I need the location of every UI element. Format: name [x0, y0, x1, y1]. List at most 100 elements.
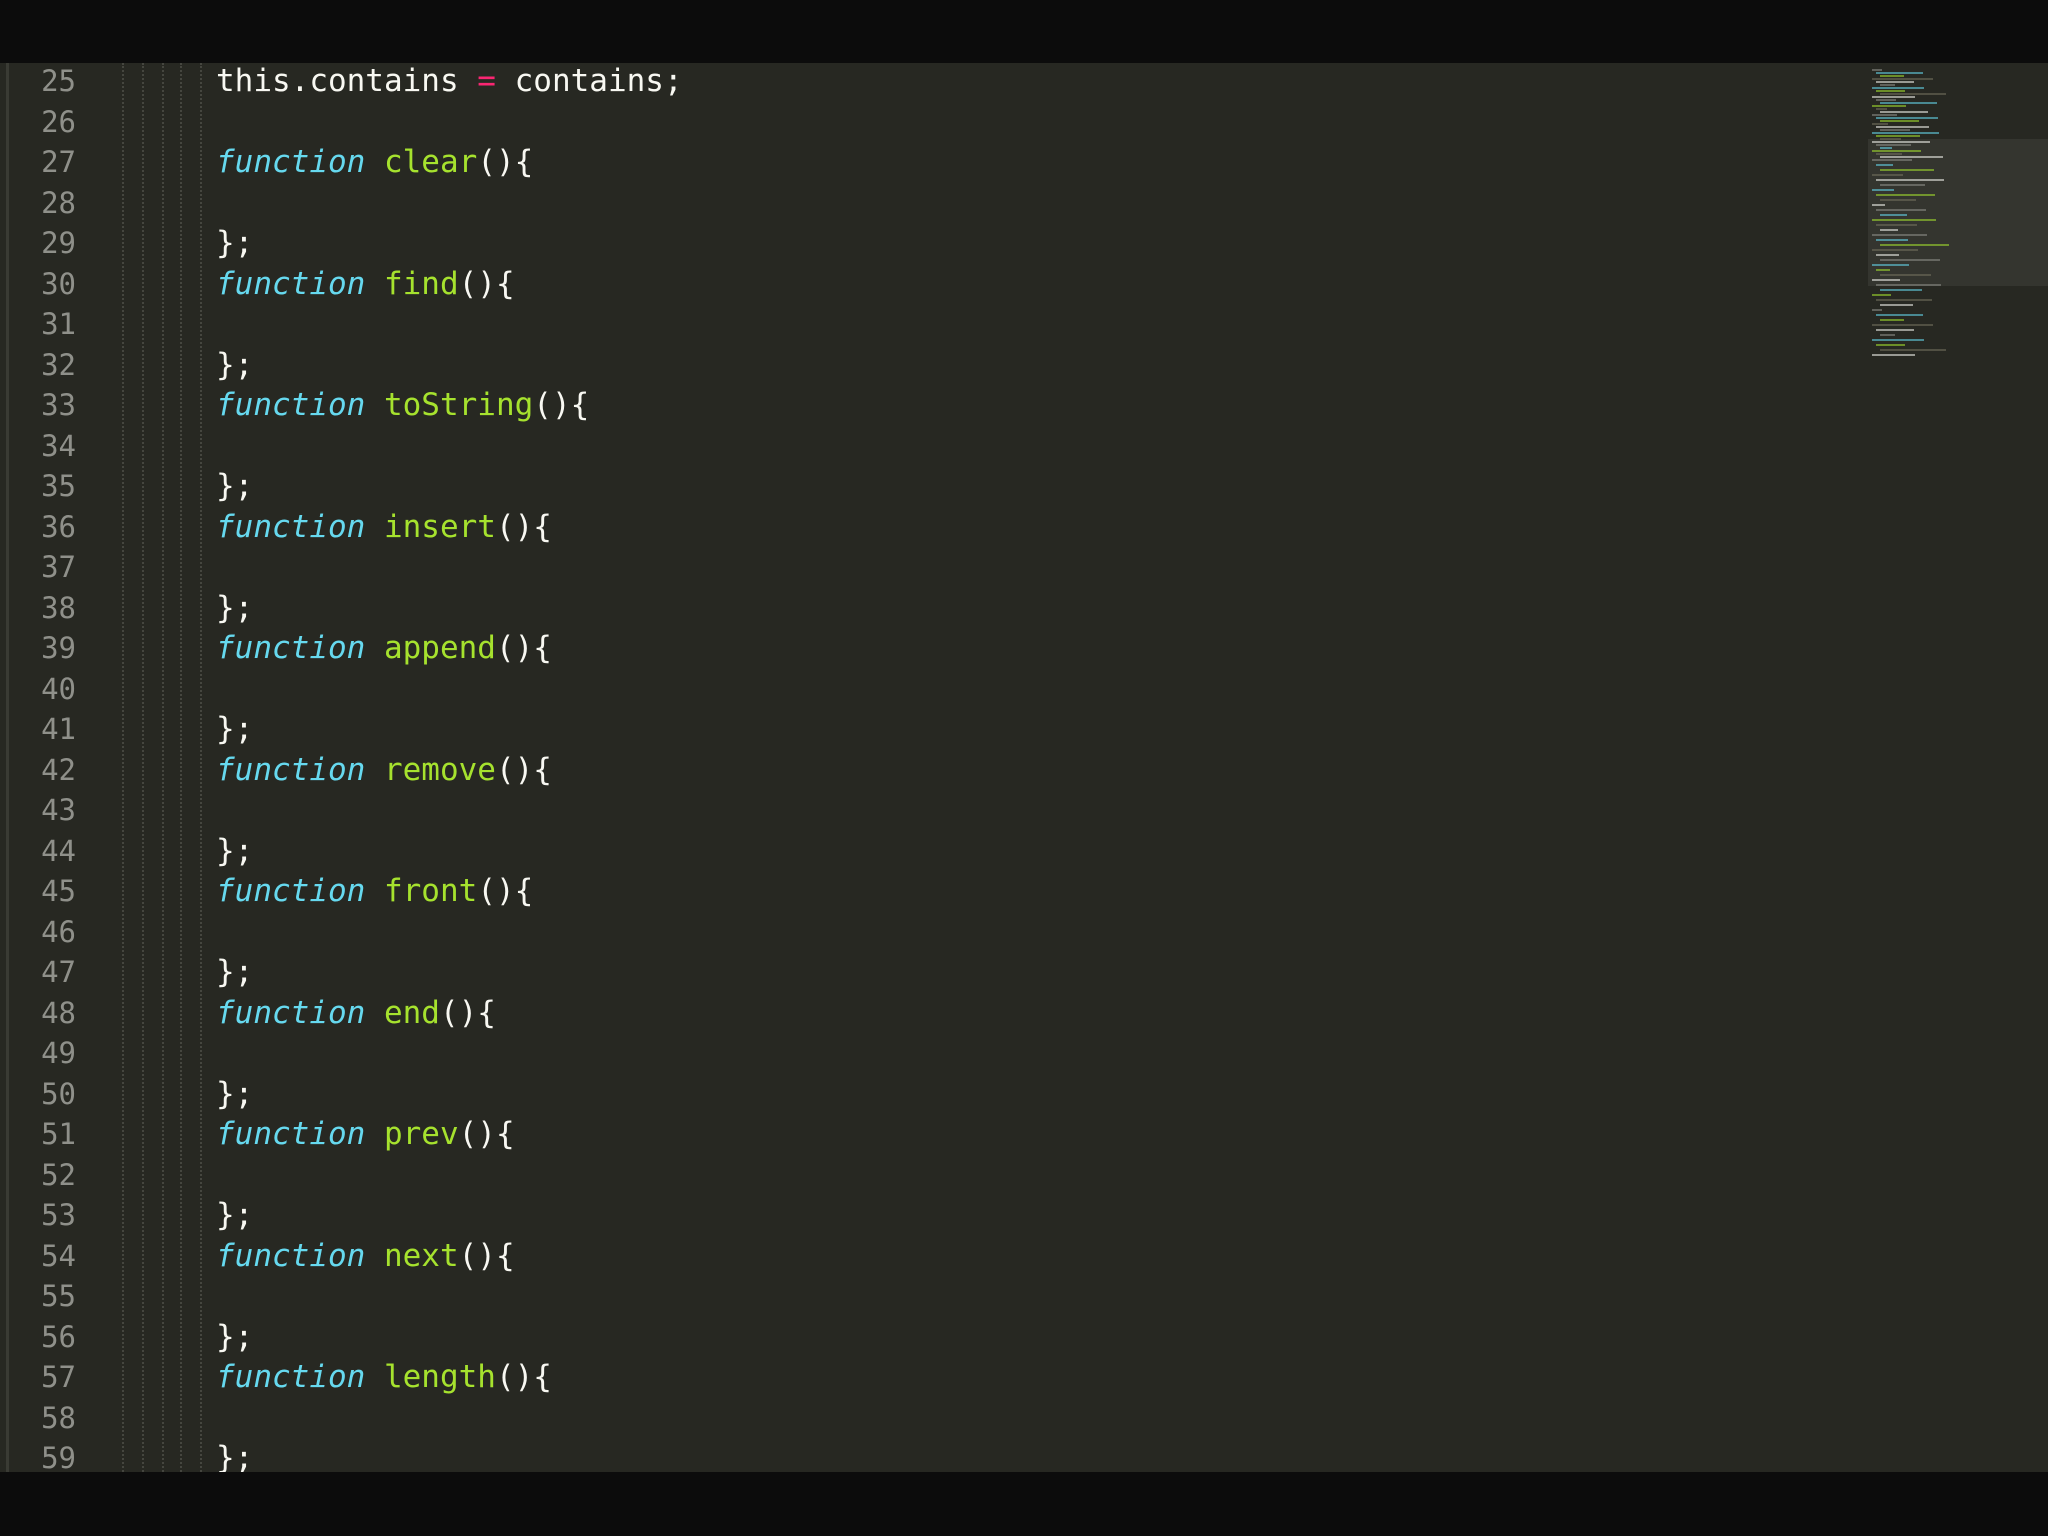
code-line[interactable]: };: [216, 588, 253, 628]
code-line[interactable]: function length(){: [216, 1357, 552, 1397]
minimap-line: [1880, 138, 1901, 140]
code-line[interactable]: function clear(){: [216, 142, 533, 182]
top-letterbox: [0, 0, 2048, 63]
minimap-line: [1880, 349, 1946, 351]
minimap-line: [1876, 299, 1932, 301]
minimap-line: [1876, 117, 1938, 119]
minimap-line: [1880, 111, 1928, 113]
minimap-line: [1872, 159, 1912, 161]
minimap-line: [1876, 239, 1908, 241]
minimap-line: [1880, 120, 1919, 122]
minimap-line: [1880, 129, 1910, 131]
minimap-line: [1876, 224, 1917, 226]
minimap-line: [1880, 75, 1904, 77]
code-line[interactable]: function front(){: [216, 871, 533, 911]
code-token: };: [216, 589, 254, 626]
keyword-token: function: [216, 1359, 366, 1395]
code-line[interactable]: };: [216, 1317, 253, 1357]
code-line[interactable]: function append(){: [216, 628, 552, 668]
minimap-line: [1872, 123, 1888, 125]
operator-token: =: [477, 63, 496, 99]
code-editor[interactable]: 25 26 27 28 29 30 31 32 33 34 35 36 37 38 39 40 41 42 43 44…: [0, 63, 2048, 1472]
minimap-line: [1876, 144, 1911, 146]
minimap-line: [1872, 78, 1933, 80]
code-line[interactable]: function remove(){: [216, 750, 552, 790]
minimap-line: [1876, 314, 1923, 316]
keyword-token: function: [216, 1116, 366, 1152]
minimap-line: [1880, 259, 1940, 261]
code-token: (){: [495, 508, 552, 545]
keyword-token: function: [216, 508, 366, 545]
code-line[interactable]: };: [216, 831, 253, 871]
minimap-line: [1872, 204, 1885, 206]
code-token: this.contains: [216, 63, 478, 99]
code-line[interactable]: };: [216, 1195, 253, 1235]
minimap-line: [1876, 153, 1902, 155]
code-token: (){: [477, 873, 534, 909]
bottom-letterbox: [0, 1472, 2048, 1536]
code-line[interactable]: function next(){: [216, 1236, 515, 1276]
code-token: (){: [495, 630, 552, 666]
code-line[interactable]: this.contains = contains;: [216, 63, 683, 101]
code-line[interactable]: };: [216, 1438, 253, 1472]
code-token: (){: [458, 265, 515, 302]
function-name-token: next: [383, 1237, 459, 1274]
minimap-line: [1872, 354, 1915, 356]
code-token: (){: [477, 144, 534, 180]
code-token: (){: [495, 751, 552, 788]
code-line[interactable]: };: [216, 345, 253, 385]
code-token: };: [216, 1440, 254, 1472]
code-line[interactable]: };: [216, 223, 253, 263]
function-name-token: insert: [383, 508, 496, 545]
minimap-line: [1876, 284, 1941, 286]
keyword-token: function: [216, 1237, 366, 1274]
minimap-line: [1880, 169, 1934, 171]
minimap-line: [1880, 156, 1943, 158]
minimap-line: [1876, 108, 1887, 110]
minimap-line: [1876, 126, 1929, 128]
keyword-token: function: [216, 873, 366, 909]
code-line[interactable]: function end(){: [216, 993, 496, 1033]
code-line[interactable]: function toString(){: [216, 385, 589, 425]
minimap-line: [1872, 279, 1900, 281]
keyword-token: function: [216, 144, 366, 180]
minimap-line: [1872, 114, 1897, 116]
minimap-line: [1872, 69, 1882, 71]
minimap-line: [1872, 150, 1921, 152]
code-line[interactable]: };: [216, 1074, 253, 1114]
minimap-line: [1876, 99, 1896, 101]
code-line[interactable]: function insert(){: [216, 507, 552, 547]
function-name-token: toString: [383, 387, 534, 423]
code-token: (){: [458, 1237, 515, 1274]
minimap-line: [1876, 344, 1905, 346]
minimap-line: [1872, 324, 1933, 326]
minimap-line: [1880, 184, 1925, 186]
keyword-token: function: [216, 265, 366, 302]
minimap-line: [1872, 105, 1906, 107]
code-area[interactable]: this.contains = contains; function clear(…: [0, 63, 1860, 1472]
function-name-token: find: [383, 265, 459, 302]
minimap-line: [1876, 269, 1890, 271]
code-line[interactable]: };: [216, 466, 253, 506]
function-name-token: end: [383, 994, 440, 1031]
code-line[interactable]: function prev(){: [216, 1114, 515, 1154]
minimap-line: [1872, 132, 1939, 134]
code-token: };: [216, 346, 254, 383]
minimap-line: [1876, 81, 1914, 83]
minimap-line: [1872, 309, 1882, 311]
code-line[interactable]: };: [216, 952, 253, 992]
minimap-line: [1872, 96, 1915, 98]
minimap[interactable]: [1860, 63, 2048, 1472]
code-line[interactable]: };: [216, 709, 253, 749]
minimap-line: [1876, 194, 1935, 196]
minimap-line: [1880, 93, 1946, 95]
code-line[interactable]: function find(){: [216, 264, 515, 304]
code-token: };: [216, 832, 254, 869]
keyword-token: function: [216, 994, 366, 1031]
keyword-token: function: [216, 387, 366, 423]
